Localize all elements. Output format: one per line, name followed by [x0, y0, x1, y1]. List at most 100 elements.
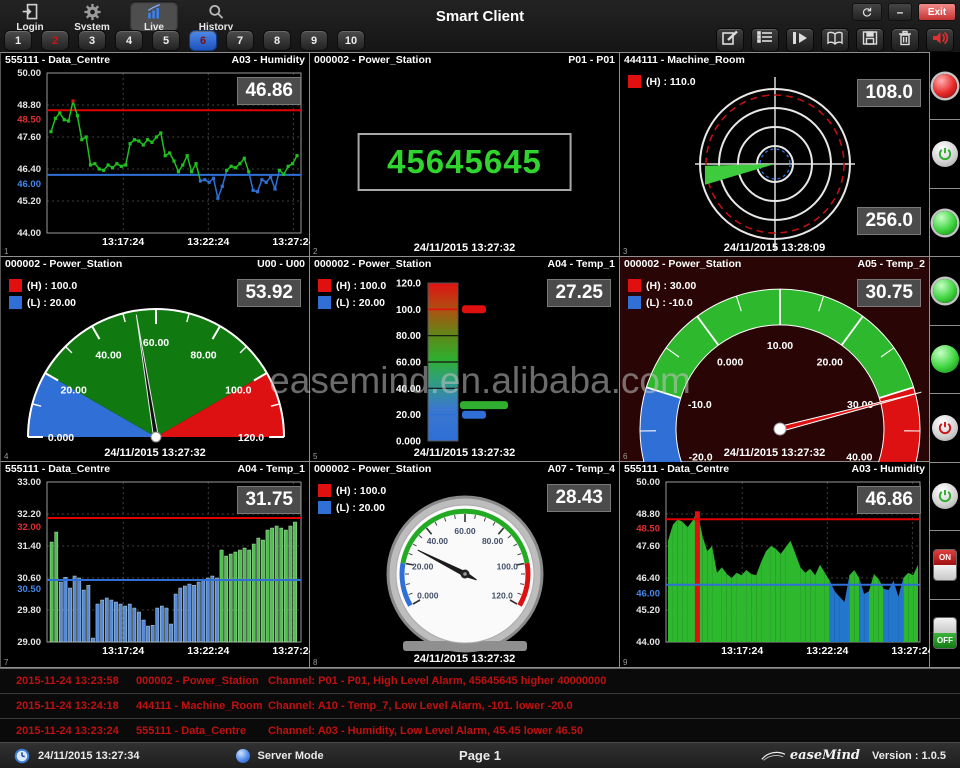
- alarm-time: 2015-11-24 13:23:24: [16, 725, 136, 737]
- tab-7[interactable]: 7: [226, 30, 254, 51]
- panel-timestamp: 24/11/2015 13:27:32: [310, 242, 619, 254]
- power-red-button[interactable]: [932, 415, 958, 441]
- alarm-row[interactable]: 2015-11-24 13:23:58000002 - Power_Statio…: [0, 669, 960, 694]
- edit-icon: [721, 30, 739, 51]
- sidebar-cell: ON: [930, 531, 960, 599]
- svg-text:30.60: 30.60: [17, 573, 41, 584]
- tab-2[interactable]: 2: [41, 30, 69, 51]
- svg-text:29.80: 29.80: [17, 605, 41, 616]
- power-green-button[interactable]: [932, 483, 958, 509]
- on-switch[interactable]: ON: [933, 549, 957, 581]
- history-button[interactable]: History: [192, 1, 240, 31]
- value-readout: 46.86: [237, 77, 301, 105]
- svg-text:100.0: 100.0: [225, 385, 251, 397]
- svg-text:100.0: 100.0: [497, 562, 519, 572]
- save-icon: [861, 30, 879, 51]
- svg-text:13:27:24: 13:27:24: [891, 645, 930, 657]
- svg-text:31.40: 31.40: [17, 541, 41, 552]
- book-tool-button[interactable]: [821, 28, 849, 52]
- main-nav: Login System Live History: [6, 1, 240, 31]
- panel-title: 555111 - Data_Centre: [5, 463, 110, 475]
- panel-index: 2: [313, 247, 317, 256]
- edit-tool-button[interactable]: [716, 28, 744, 52]
- panel-1: 555111 - Data_CentreA03 - Humidity50.004…: [0, 52, 310, 257]
- svg-text:13:22:24: 13:22:24: [806, 645, 848, 657]
- sidebar-cell: OFF: [930, 600, 960, 668]
- panel-title: 000002 - Power_Station: [624, 258, 741, 270]
- svg-text:40.00: 40.00: [396, 384, 421, 395]
- login-icon: [20, 1, 40, 24]
- panel-6: 000002 - Power_StationA05 - Temp_2-20.0-…: [620, 257, 930, 462]
- smart-client-screen: Login System Live History Smart Client –…: [0, 0, 960, 768]
- svg-text:46.00: 46.00: [636, 589, 660, 600]
- tab-3[interactable]: 3: [78, 30, 106, 51]
- indicator-green-button[interactable]: [933, 211, 957, 235]
- tab-4[interactable]: 4: [115, 30, 143, 51]
- minimize-button[interactable]: –: [888, 3, 912, 21]
- limit-legend: (H) : 100.0(L) : 20.00: [318, 279, 386, 313]
- svg-text:10.00: 10.00: [767, 340, 793, 352]
- svg-text:13:17:24: 13:17:24: [721, 645, 763, 657]
- alarm-device: 000002 - Power_Station: [136, 675, 268, 687]
- value-readout: 46.86: [857, 486, 921, 514]
- panel-channel: A07 - Temp_4: [548, 463, 616, 475]
- power-green-button[interactable]: [932, 141, 958, 167]
- export-tool-button[interactable]: [786, 28, 814, 52]
- alarm-row[interactable]: 2015-11-24 13:23:24555111 - Data_CentreC…: [0, 719, 960, 744]
- gear-icon: [83, 1, 102, 24]
- svg-text:50.00: 50.00: [17, 68, 41, 79]
- svg-text:40.00: 40.00: [427, 536, 449, 546]
- audio-tool-button[interactable]: [926, 28, 954, 52]
- list-tool-button[interactable]: [751, 28, 779, 52]
- panel-timestamp: 24/11/2015 13:28:09: [620, 242, 929, 254]
- svg-text:20.00: 20.00: [396, 410, 421, 421]
- indicator-red-button[interactable]: [933, 74, 957, 98]
- panel-4: 000002 - Power_StationU00 - U000.00020.0…: [0, 257, 310, 462]
- exit-button[interactable]: Exit: [918, 3, 956, 21]
- save-tool-button[interactable]: [856, 28, 884, 52]
- tab-10[interactable]: 10: [337, 30, 365, 51]
- panel-title: 000002 - Power_Station: [5, 258, 122, 270]
- svg-text:47.60: 47.60: [17, 132, 41, 143]
- live-chart-icon: [144, 1, 164, 24]
- refresh-button[interactable]: [852, 3, 882, 21]
- alarm-message: Channel: A10 - Temp_7, Low Level Alarm, …: [268, 700, 960, 712]
- alarm-row[interactable]: 2015-11-24 13:24:18444111 - Machine_Room…: [0, 694, 960, 719]
- tab-5[interactable]: 5: [152, 30, 180, 51]
- live-button[interactable]: Live: [130, 1, 178, 31]
- brand-logo: easeMind: [760, 748, 860, 763]
- trash-tool-button[interactable]: [891, 28, 919, 52]
- tab-6[interactable]: 6: [189, 30, 217, 51]
- svg-text:80.00: 80.00: [190, 350, 216, 362]
- svg-text:48.80: 48.80: [636, 509, 660, 520]
- svg-text:48.50: 48.50: [636, 523, 660, 534]
- brand-name: easeMind: [790, 748, 860, 763]
- tab-1[interactable]: 1: [4, 30, 32, 51]
- svg-text:120.0: 120.0: [238, 432, 264, 444]
- numeric-display: 45645645: [357, 133, 572, 191]
- svg-text:20.00: 20.00: [817, 356, 843, 368]
- sidebar-cell: [930, 326, 960, 394]
- trash-icon: [896, 30, 914, 51]
- limit-legend: (H) : 100.0(L) : 20.00: [9, 279, 77, 313]
- top-toolbar: Login System Live History Smart Client –…: [0, 0, 960, 52]
- tab-8[interactable]: 8: [263, 30, 291, 51]
- login-button[interactable]: Login: [6, 1, 54, 31]
- sidebar-cell: [930, 120, 960, 188]
- panel-timestamp: 24/11/2015 13:27:32: [620, 447, 929, 459]
- system-button[interactable]: System: [68, 1, 116, 31]
- value-readout: 108.0: [857, 79, 921, 107]
- brand-swoosh-icon: [760, 750, 786, 762]
- audio-icon: [931, 30, 949, 51]
- control-sidebar: ON OFF: [930, 52, 960, 668]
- indicator-green-lamp[interactable]: [931, 345, 959, 373]
- svg-text:48.80: 48.80: [17, 100, 41, 111]
- off-switch[interactable]: OFF: [933, 617, 957, 649]
- alarm-device: 555111 - Data_Centre: [136, 725, 268, 737]
- svg-text:32.00: 32.00: [17, 522, 41, 533]
- indicator-green-button[interactable]: [933, 279, 957, 303]
- svg-text:47.60: 47.60: [636, 541, 660, 552]
- svg-text:13:17:24: 13:17:24: [102, 645, 144, 657]
- svg-text:60.00: 60.00: [143, 337, 169, 349]
- tab-9[interactable]: 9: [300, 30, 328, 51]
